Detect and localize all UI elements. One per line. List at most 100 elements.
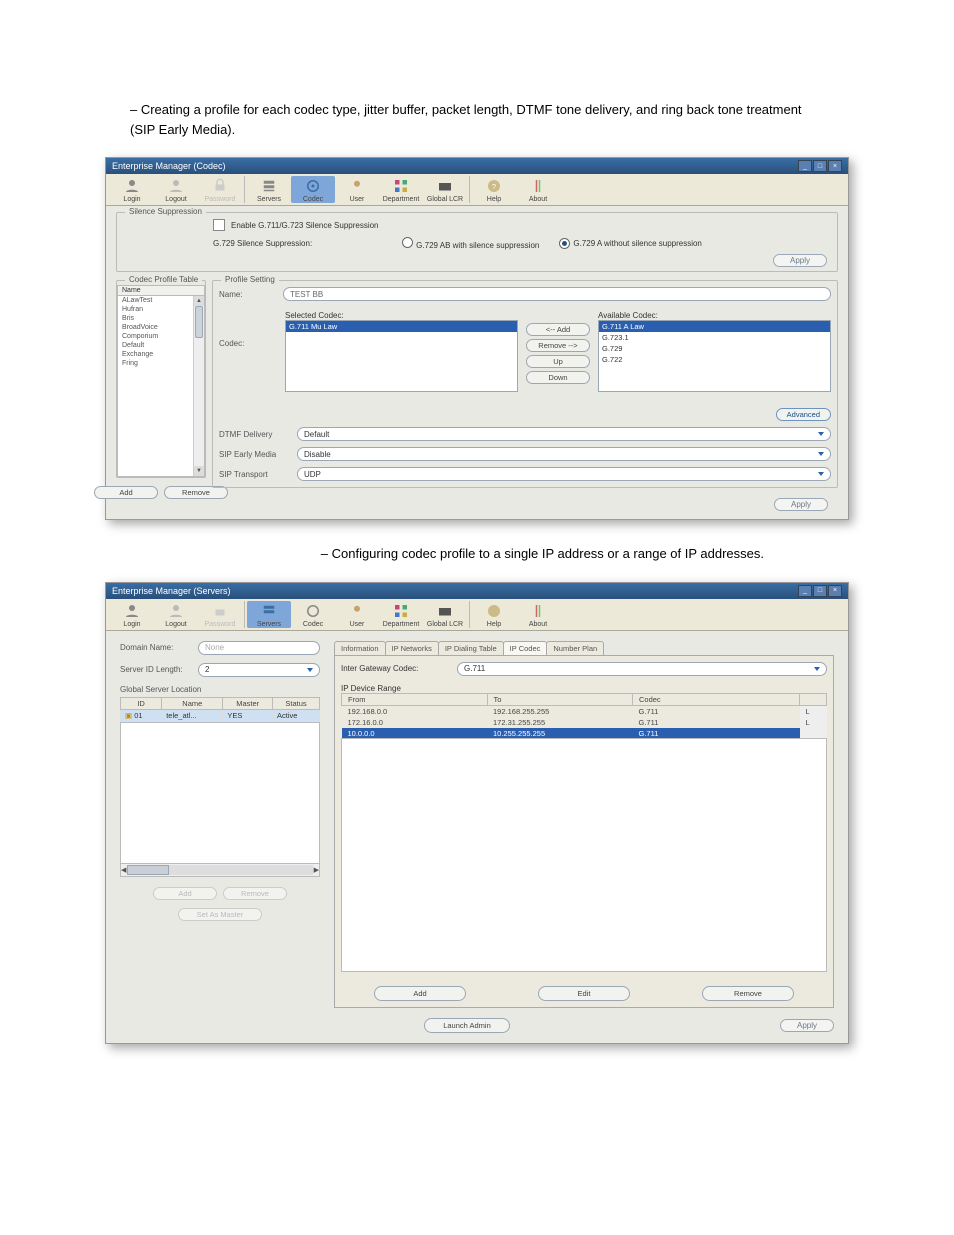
- list-item[interactable]: BroadVoice: [118, 323, 204, 332]
- close-icon[interactable]: ×: [828, 160, 842, 172]
- tb-globallcr[interactable]: Global LCR: [423, 601, 467, 628]
- list-item[interactable]: Comporium: [118, 332, 204, 341]
- list-item[interactable]: G.723.1: [599, 332, 830, 343]
- tb-user[interactable]: User: [335, 176, 379, 203]
- sip-early-media-select[interactable]: Disable: [297, 447, 831, 461]
- tb-password[interactable]: Password: [198, 176, 242, 203]
- domain-name-input[interactable]: None: [198, 641, 320, 655]
- server-table[interactable]: ID Name Master Status ▣ 01 tele_atl... Y…: [120, 697, 320, 722]
- maximize-icon[interactable]: □: [813, 585, 827, 597]
- advanced-button[interactable]: Advanced: [776, 408, 831, 421]
- server-hscroll[interactable]: ◀▶: [120, 864, 320, 877]
- codec-add-button[interactable]: <-- Add: [526, 323, 590, 336]
- close-icon[interactable]: ×: [828, 585, 842, 597]
- set-as-master-button[interactable]: Set As Master: [178, 908, 263, 921]
- tb-login[interactable]: Login: [110, 601, 154, 628]
- servers-apply-button[interactable]: Apply: [780, 1019, 834, 1032]
- enable-silence-checkbox[interactable]: [213, 219, 225, 231]
- tb-user[interactable]: User: [335, 601, 379, 628]
- ip-range-list-body[interactable]: [341, 738, 827, 972]
- caption-ip-codec: – Configuring codec profile to a single …: [130, 544, 824, 564]
- sip-transport-select[interactable]: UDP: [297, 467, 831, 481]
- tb-department[interactable]: Department: [379, 176, 423, 203]
- list-item[interactable]: Exchange: [118, 350, 204, 359]
- svg-text:?: ?: [492, 182, 496, 191]
- window-title: Enterprise Manager (Codec): [112, 161, 226, 171]
- tab-information[interactable]: Information: [334, 641, 386, 655]
- list-item[interactable]: Fring: [118, 359, 204, 368]
- minimize-icon[interactable]: _: [798, 160, 812, 172]
- chevron-down-icon: [818, 432, 824, 436]
- toolbar: Login Logout Password Servers Codec User…: [106, 599, 848, 631]
- profile-col-name: Name: [117, 285, 205, 296]
- tb-servers[interactable]: Servers: [247, 176, 291, 203]
- tb-about[interactable]: About: [516, 176, 560, 203]
- global-server-location-label: Global Server Location: [120, 685, 320, 694]
- profile-list[interactable]: ALawTest Hufran Bris BroadVoice Comporiu…: [117, 296, 205, 477]
- list-item[interactable]: G.711 A Law: [599, 321, 830, 332]
- g729-ab-radio[interactable]: [402, 237, 413, 248]
- list-item[interactable]: G.711 Mu Law: [286, 321, 517, 332]
- codec-remove-button[interactable]: Remove -->: [526, 339, 590, 352]
- tb-logout[interactable]: Logout: [154, 176, 198, 203]
- ip-range-table[interactable]: From To Codec 192.168.0.0192.168.255.255…: [341, 693, 827, 739]
- list-item[interactable]: Default: [118, 341, 204, 350]
- tb-help[interactable]: ?Help: [472, 176, 516, 203]
- server-id-length-select[interactable]: 2: [198, 663, 320, 677]
- tb-password[interactable]: Password: [198, 601, 242, 628]
- tab-ip-dialing-table[interactable]: IP Dialing Table: [438, 641, 504, 655]
- toolbar: Login Logout Password Servers Codec User…: [106, 174, 848, 206]
- caption-codec-profile: – Creating a profile for each codec type…: [130, 100, 824, 139]
- window-controls[interactable]: _ □ ×: [798, 585, 842, 597]
- table-row[interactable]: 192.168.0.0192.168.255.255G.711L: [342, 705, 827, 717]
- dtmf-delivery-select[interactable]: Default: [297, 427, 831, 441]
- codec-down-button[interactable]: Down: [526, 371, 590, 384]
- tb-globallcr[interactable]: Global LCR: [423, 176, 467, 203]
- table-row[interactable]: ▣ 01 tele_atl... YES Active: [121, 709, 320, 721]
- chevron-down-icon: [307, 668, 313, 672]
- available-codec-list[interactable]: G.711 A Law G.723.1 G.729 G.722: [598, 320, 831, 392]
- screenshot-codec: Enterprise Manager (Codec) _ □ × Login L…: [105, 157, 849, 520]
- chevron-down-icon: [818, 452, 824, 456]
- tb-codec[interactable]: Codec: [291, 601, 335, 628]
- range-add-button[interactable]: Add: [374, 986, 466, 1001]
- list-item[interactable]: Bris: [118, 314, 204, 323]
- window-title: Enterprise Manager (Servers): [112, 586, 231, 596]
- tab-number-plan[interactable]: Number Plan: [546, 641, 604, 655]
- profile-apply-button[interactable]: Apply: [774, 498, 828, 511]
- profile-scrollbar[interactable]: ▲▼: [193, 296, 204, 476]
- range-remove-button[interactable]: Remove: [702, 986, 794, 1001]
- server-add-button[interactable]: Add: [153, 887, 217, 900]
- codec-up-button[interactable]: Up: [526, 355, 590, 368]
- window-controls[interactable]: _ □ ×: [798, 160, 842, 172]
- server-remove-button[interactable]: Remove: [223, 887, 287, 900]
- ip-device-range-label: IP Device Range: [341, 684, 827, 693]
- launch-admin-button[interactable]: Launch Admin: [424, 1018, 510, 1033]
- window-titlebar: Enterprise Manager (Servers) _ □ ×: [106, 583, 848, 599]
- tb-servers[interactable]: Servers: [247, 601, 291, 628]
- tab-ip-codec[interactable]: IP Codec: [503, 641, 548, 655]
- chevron-down-icon: [818, 472, 824, 476]
- list-item[interactable]: G.729: [599, 343, 830, 354]
- list-item[interactable]: Hufran: [118, 305, 204, 314]
- range-edit-button[interactable]: Edit: [538, 986, 630, 1001]
- minimize-icon[interactable]: _: [798, 585, 812, 597]
- tb-codec[interactable]: Codec: [291, 176, 335, 203]
- tb-about[interactable]: About: [516, 601, 560, 628]
- selected-codec-list[interactable]: G.711 Mu Law: [285, 320, 518, 392]
- table-row[interactable]: 172.16.0.0172.31.255.255G.711L: [342, 717, 827, 728]
- maximize-icon[interactable]: □: [813, 160, 827, 172]
- tb-logout[interactable]: Logout: [154, 601, 198, 628]
- tb-login[interactable]: Login: [110, 176, 154, 203]
- g729-a-radio[interactable]: [559, 238, 570, 249]
- silence-apply-button[interactable]: Apply: [773, 254, 827, 267]
- tb-help[interactable]: Help: [472, 601, 516, 628]
- server-list-body[interactable]: [120, 722, 320, 864]
- list-item[interactable]: G.722: [599, 354, 830, 365]
- profile-name-input[interactable]: TEST BB: [283, 287, 831, 301]
- list-item[interactable]: ALawTest: [118, 296, 204, 305]
- tab-ip-networks[interactable]: IP Networks: [385, 641, 439, 655]
- inter-gateway-codec-select[interactable]: G.711: [457, 662, 827, 676]
- tb-department[interactable]: Department: [379, 601, 423, 628]
- profile-add-button[interactable]: Add: [94, 486, 158, 499]
